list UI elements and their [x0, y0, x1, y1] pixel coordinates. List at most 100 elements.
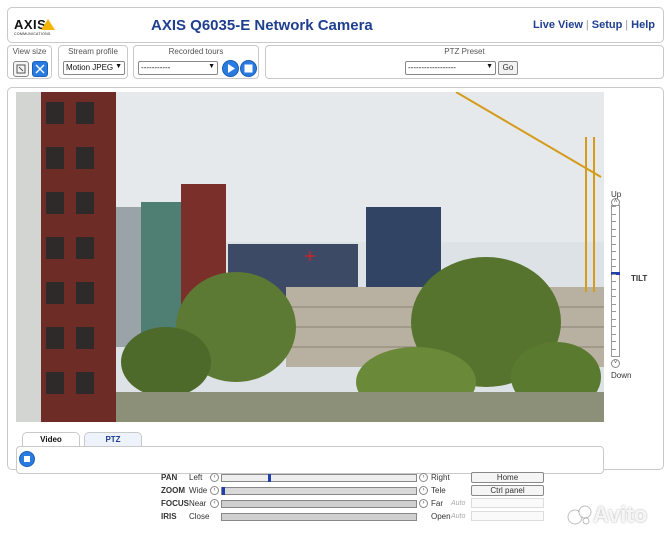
tilt-tick	[612, 236, 616, 237]
ptz-preset-select[interactable]: ------------------ ▼	[405, 61, 496, 75]
zoom-thumb[interactable]	[222, 487, 225, 495]
zoom-slider[interactable]	[221, 487, 417, 495]
tilt-tick	[612, 274, 616, 275]
logo-subtitle: COMMUNICATIONS	[14, 32, 51, 36]
focus-near-label: Near	[189, 499, 207, 508]
zoom-in-arrow-icon[interactable]: ›	[419, 486, 428, 495]
ptz-preset-box: PTZ Preset ------------------ ▼ Go	[265, 45, 664, 79]
expand-icon	[35, 64, 45, 74]
view-size-caption: View size	[12, 47, 47, 56]
video-tab-panel	[16, 446, 604, 474]
stop-icon	[24, 456, 30, 462]
focus-far-arrow-icon[interactable]: ›	[419, 499, 428, 508]
tilt-tick	[612, 304, 616, 305]
pan-left-arrow-icon[interactable]: ‹	[210, 473, 219, 482]
tilt-tick	[612, 281, 616, 282]
tilt-tick	[612, 341, 616, 342]
video-panel: Up ˄ ˅ Down TILT Video PTZ	[7, 87, 664, 474]
tilt-tick	[612, 251, 616, 252]
watermark-text: Avito	[593, 502, 648, 528]
nav-separator: |	[625, 19, 629, 31]
tilt-tick	[612, 206, 616, 207]
recorded-tours-select[interactable]: ----------- ▼	[138, 61, 218, 75]
stop-tour-button[interactable]	[240, 60, 257, 77]
tilt-tick	[612, 289, 616, 290]
home-button[interactable]: Home	[471, 472, 544, 483]
tab-ptz[interactable]: PTZ	[84, 432, 142, 447]
play-icon	[228, 64, 235, 73]
iris-slider[interactable]	[221, 513, 417, 521]
stream-profile-value: Motion JPEG	[66, 63, 114, 72]
ptz-preset-value: ------------------	[408, 63, 456, 72]
pan-label: PAN	[161, 473, 178, 482]
ctrl-panel-button[interactable]: Ctrl panel	[471, 485, 544, 496]
tilt-tick	[612, 356, 616, 357]
tilt-tick	[612, 319, 616, 320]
view-size-small-button[interactable]	[13, 61, 29, 77]
focus-slider[interactable]	[221, 500, 417, 508]
tilt-tick	[612, 214, 616, 215]
recorded-tours-caption: Recorded tours	[168, 47, 224, 56]
help-link[interactable]: Help	[631, 19, 655, 31]
iris-open-label: Open	[431, 512, 451, 521]
zoom-tele-label: Tele	[431, 486, 446, 495]
live-view-link[interactable]: Live View	[533, 19, 583, 31]
tilt-label: TILT	[631, 274, 648, 283]
tilt-down-label: Down	[611, 371, 632, 380]
ptz-go-button[interactable]: Go	[498, 61, 518, 75]
chevron-down-icon: ▼	[486, 63, 493, 70]
zoom-label: ZOOM	[161, 486, 185, 495]
setup-link[interactable]: Setup	[592, 19, 623, 31]
header-bar: AXIS COMMUNICATIONS AXIS Q6035-E Network…	[7, 7, 664, 43]
tilt-tick	[612, 311, 616, 312]
pan-thumb[interactable]	[268, 474, 271, 482]
focus-near-arrow-icon[interactable]: ‹	[210, 499, 219, 508]
page-title: AXIS Q6035-E Network Camera	[151, 17, 373, 34]
focus-auto-label[interactable]: Auto	[451, 500, 465, 507]
top-nav: Live View | Setup | Help	[533, 19, 655, 31]
iris-label: IRIS	[161, 512, 177, 521]
camera-image	[16, 92, 604, 422]
tilt-tick	[612, 334, 616, 335]
tilt-tick	[612, 229, 616, 230]
recorded-tours-box: Recorded tours ----------- ▼	[133, 45, 259, 79]
shrink-icon	[16, 64, 26, 74]
tilt-tick	[612, 296, 616, 297]
pan-right-arrow-icon[interactable]: ›	[419, 473, 428, 482]
view-size-full-button[interactable]	[32, 61, 48, 77]
stream-profile-select[interactable]: Motion JPEG ▼	[63, 61, 125, 75]
camera-page: AXIS COMMUNICATIONS AXIS Q6035-E Network…	[7, 7, 664, 535]
tilt-tick	[612, 244, 616, 245]
stop-icon	[244, 64, 253, 73]
iris-auto-field	[471, 511, 544, 521]
pan-slider[interactable]	[221, 474, 417, 482]
focus-far-label: Far	[431, 499, 443, 508]
pan-right-label: Right	[431, 473, 450, 482]
pan-left-label: Left	[189, 473, 203, 482]
logo-triangle-icon	[41, 19, 55, 30]
stop-video-button[interactable]	[19, 451, 35, 467]
watermark: Avito	[567, 501, 647, 528]
tilt-tick	[612, 349, 616, 350]
zoom-wide-label: Wide	[189, 486, 208, 495]
focus-auto-field	[471, 498, 544, 508]
tilt-tick	[612, 266, 616, 267]
focus-label: FOCUS	[161, 499, 189, 508]
tab-video[interactable]: Video	[22, 432, 80, 447]
view-size-box: View size	[7, 45, 52, 79]
recorded-tours-value: -----------	[141, 63, 171, 72]
chevron-down-icon: ▼	[208, 63, 215, 70]
tilt-slider[interactable]	[611, 205, 620, 357]
tilt-down-arrow-icon[interactable]: ˅	[611, 359, 620, 368]
live-video-feed[interactable]	[16, 92, 604, 422]
nav-separator: |	[585, 19, 589, 31]
stream-profile-caption: Stream profile	[68, 47, 118, 56]
bubbles-icon	[567, 505, 592, 525]
chevron-down-icon: ▼	[115, 63, 122, 70]
zoom-out-arrow-icon[interactable]: ‹	[210, 486, 219, 495]
iris-close-label: Close	[189, 512, 210, 521]
play-tour-button[interactable]	[222, 60, 239, 77]
stream-profile-box: Stream profile Motion JPEG ▼	[58, 45, 128, 79]
tilt-tick	[612, 221, 616, 222]
iris-auto-label[interactable]: Auto	[451, 513, 465, 520]
